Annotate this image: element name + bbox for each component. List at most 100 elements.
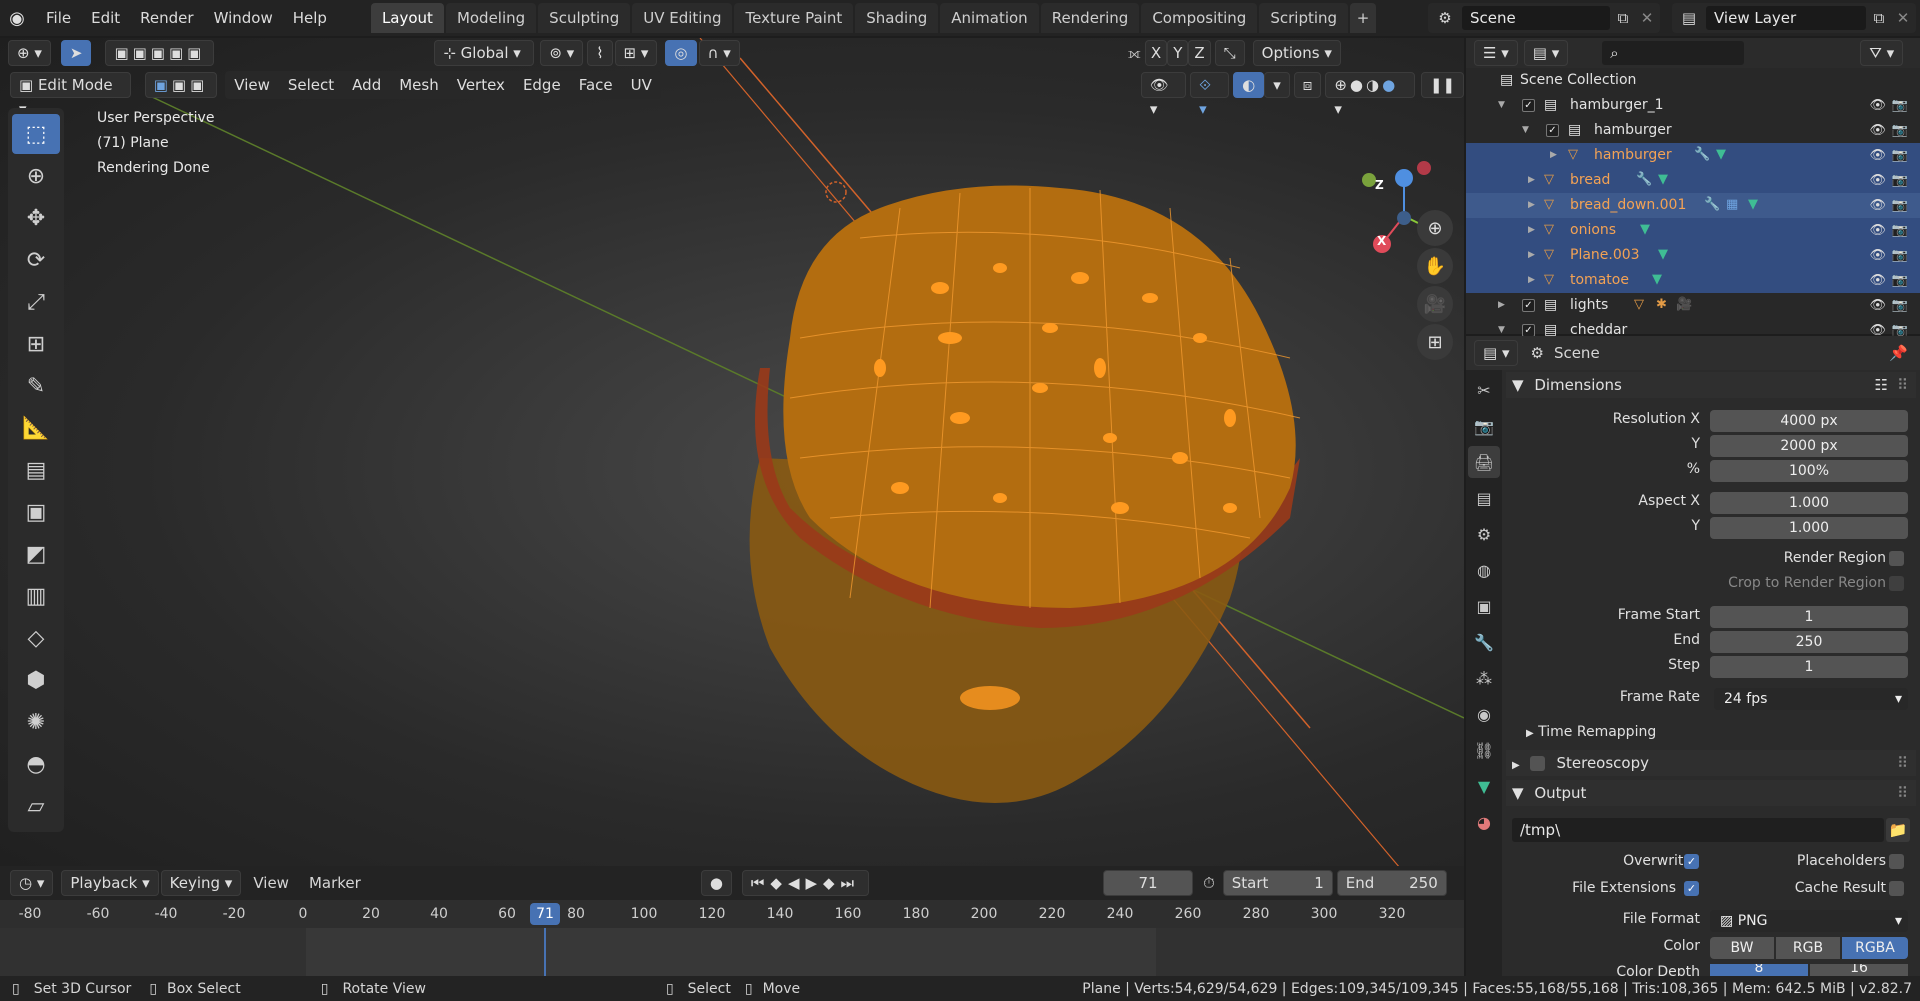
add-workspace-button[interactable]: +: [1350, 3, 1377, 33]
file-extensions-checkbox[interactable]: ✓: [1684, 881, 1699, 896]
outliner-row-onions[interactable]: ▶ ▽ onions ▼ 👁 📷: [1466, 218, 1920, 243]
color-depth-8-button[interactable]: 8: [1710, 964, 1808, 976]
frame-end-field[interactable]: 250: [1710, 631, 1908, 653]
render-region-checkbox[interactable]: [1889, 551, 1904, 566]
stereoscopy-panel-header[interactable]: ▶ Stereoscopy ⠿: [1506, 750, 1916, 776]
menu-face[interactable]: Face: [570, 71, 622, 99]
mesh-data-icon[interactable]: ▼: [1748, 197, 1764, 213]
gizmo-x-label[interactable]: X: [1377, 234, 1386, 248]
outliner-row-bread[interactable]: ▶ ▽ bread 🔧 ▼ 👁 📷: [1466, 168, 1920, 193]
cursor-icon[interactable]: ⊕: [12, 156, 60, 196]
tool-tab-icon[interactable]: ✂: [1468, 374, 1500, 406]
tab-rendering[interactable]: Rendering: [1040, 3, 1140, 33]
modifier-wrench-icon[interactable]: 🔧: [1694, 147, 1710, 163]
eye-icon[interactable]: 👁: [1869, 243, 1886, 268]
shading-modes[interactable]: ⊕●◑● ▾: [1325, 72, 1415, 118]
view-layer-selector[interactable]: ▤ View Layer ⧉ ✕: [1672, 3, 1916, 33]
vertex-edge-face-select[interactable]: ▣▣▣: [144, 72, 218, 98]
menu-help[interactable]: Help: [283, 0, 337, 36]
camera-icon[interactable]: 📷: [1892, 143, 1908, 168]
camera-icon[interactable]: 📷: [1892, 243, 1908, 268]
menu-edge[interactable]: Edge: [514, 71, 570, 99]
expand-triangle-icon[interactable]: ▶: [1528, 243, 1535, 268]
outliner-row-hamburger-collection[interactable]: ▼ ✓ ▤ hamburger 👁 📷: [1466, 118, 1920, 143]
folder-icon[interactable]: 📁: [1886, 818, 1910, 842]
rotate-icon[interactable]: ⟳: [12, 240, 60, 280]
mirror-icon[interactable]: ⟗: [1128, 44, 1141, 62]
scene-selector[interactable]: ⚙ Scene ⧉ ✕: [1428, 3, 1660, 33]
pause-render-button[interactable]: ❚❚: [1420, 72, 1464, 98]
expand-triangle-icon[interactable]: ▶: [1528, 193, 1535, 218]
camera-icon[interactable]: 📷: [1892, 118, 1908, 143]
physics-tab-icon[interactable]: ◉: [1468, 698, 1500, 730]
frame-rate-dropdown[interactable]: 24 fps ▾: [1714, 688, 1908, 710]
playback-menu[interactable]: Playback ▾: [61, 870, 159, 896]
tab-compositing[interactable]: Compositing: [1141, 3, 1258, 33]
timeline-track-area[interactable]: [0, 928, 1464, 976]
modifier-wrench-icon[interactable]: 🔧: [1636, 172, 1652, 188]
annotate-icon[interactable]: ✎: [12, 366, 60, 406]
menu-mesh[interactable]: Mesh: [390, 71, 448, 99]
blender-logo-icon[interactable]: ◉: [0, 0, 34, 36]
material-tab-icon[interactable]: ◕: [1468, 806, 1500, 838]
loop-cut-icon[interactable]: ▥: [12, 576, 60, 616]
view-layer-tab-icon[interactable]: ▤: [1468, 482, 1500, 514]
snap-toggle[interactable]: ⌇: [587, 40, 613, 66]
select-tool-button[interactable]: ➤: [60, 40, 92, 66]
camera-icon[interactable]: 📷: [1892, 268, 1908, 293]
vertex-groups-icon[interactable]: ▦: [1726, 197, 1742, 213]
overlay-dropdown[interactable]: ▾: [1264, 72, 1290, 98]
mesh-data-icon[interactable]: ▼: [1640, 222, 1656, 238]
eye-icon[interactable]: 👁: [1869, 268, 1886, 293]
marker-menu[interactable]: Marker: [309, 874, 361, 892]
mirror-z-toggle[interactable]: Z: [1188, 40, 1211, 66]
constraints-tab-icon[interactable]: ⛓: [1468, 734, 1500, 766]
menu-window[interactable]: Window: [204, 0, 283, 36]
scale-icon[interactable]: ⤢: [12, 282, 60, 322]
mirror-x-toggle[interactable]: X: [1144, 40, 1168, 66]
mesh-data-icon[interactable]: ▼: [1658, 247, 1674, 263]
new-view-layer-icon[interactable]: ⧉: [1866, 9, 1892, 27]
auto-merge-toggle[interactable]: ⤡: [1214, 40, 1245, 66]
aspect-y-field[interactable]: 1.000: [1710, 517, 1908, 539]
world-tab-icon[interactable]: ◍: [1468, 554, 1500, 586]
camera-icon[interactable]: 📷: [1892, 168, 1908, 193]
menu-add[interactable]: Add: [343, 71, 390, 99]
outliner-editor-type[interactable]: ☰ ▾: [1474, 40, 1518, 66]
render-tab-icon[interactable]: 📷: [1468, 410, 1500, 442]
3d-viewport[interactable]: Z Y X ⊕ ▾ ➤ ▣▣▣▣▣ ⊹ Global ▾ ⊚ ▾ ⌇ ⊞ ▾ ◎…: [0, 38, 1464, 866]
mesh-data-icon[interactable]: ▼: [1658, 172, 1674, 188]
camera-icon[interactable]: 📷: [1892, 193, 1908, 218]
stopwatch-icon[interactable]: ⏱: [1203, 874, 1215, 892]
tab-texture-paint[interactable]: Texture Paint: [734, 3, 854, 33]
color-bw-button[interactable]: BW: [1710, 937, 1774, 959]
playback-controls[interactable]: ⏮◆◀▶◆⏭: [741, 870, 870, 896]
color-rgb-button[interactable]: RGB: [1776, 937, 1840, 959]
measure-icon[interactable]: 📐: [12, 408, 60, 448]
spin-icon[interactable]: ✺: [12, 702, 60, 742]
eye-icon[interactable]: 👁: [1869, 143, 1886, 168]
color-depth-16-button[interactable]: 16: [1810, 964, 1908, 976]
file-format-dropdown[interactable]: ▨ PNG ▾: [1710, 910, 1908, 932]
eye-icon[interactable]: 👁: [1869, 218, 1886, 243]
properties-editor-type[interactable]: ▤ ▾: [1474, 340, 1519, 366]
outliner-row-bread-down[interactable]: ▶ ▽ bread_down.001 🔧 ▦ ▼ 👁 📷: [1466, 193, 1920, 218]
mesh-data-icon[interactable]: ▼: [1652, 272, 1668, 288]
outliner-search-input[interactable]: ⌕: [1602, 41, 1745, 65]
extrude-icon[interactable]: ▤: [12, 450, 60, 490]
view-layer-name-field[interactable]: View Layer: [1706, 6, 1866, 30]
menu-view[interactable]: View: [225, 71, 279, 99]
poly-build-icon[interactable]: ⬢: [12, 660, 60, 700]
outliner-row-hamburger-object[interactable]: ▶ ▽ hamburger 🔧 ▼ 👁 📷: [1466, 143, 1920, 168]
outliner-row-plane-003[interactable]: ▶ ▽ Plane.003 ▼ 👁 📷: [1466, 243, 1920, 268]
mirror-y-toggle[interactable]: Y: [1167, 40, 1189, 66]
display-mode-dropdown[interactable]: ▤ ▾: [1523, 40, 1569, 66]
keying-menu[interactable]: Keying ▾: [160, 870, 242, 896]
playhead-line[interactable]: [544, 928, 546, 976]
zoom-icon[interactable]: ⊕: [1417, 210, 1453, 246]
resolution-x-field[interactable]: 4000 px: [1710, 410, 1908, 432]
transform-icon[interactable]: ⊞: [12, 324, 60, 364]
timeline-view-menu[interactable]: View: [253, 874, 289, 892]
placeholders-checkbox[interactable]: [1889, 854, 1904, 869]
resolution-y-field[interactable]: 2000 px: [1710, 435, 1908, 457]
